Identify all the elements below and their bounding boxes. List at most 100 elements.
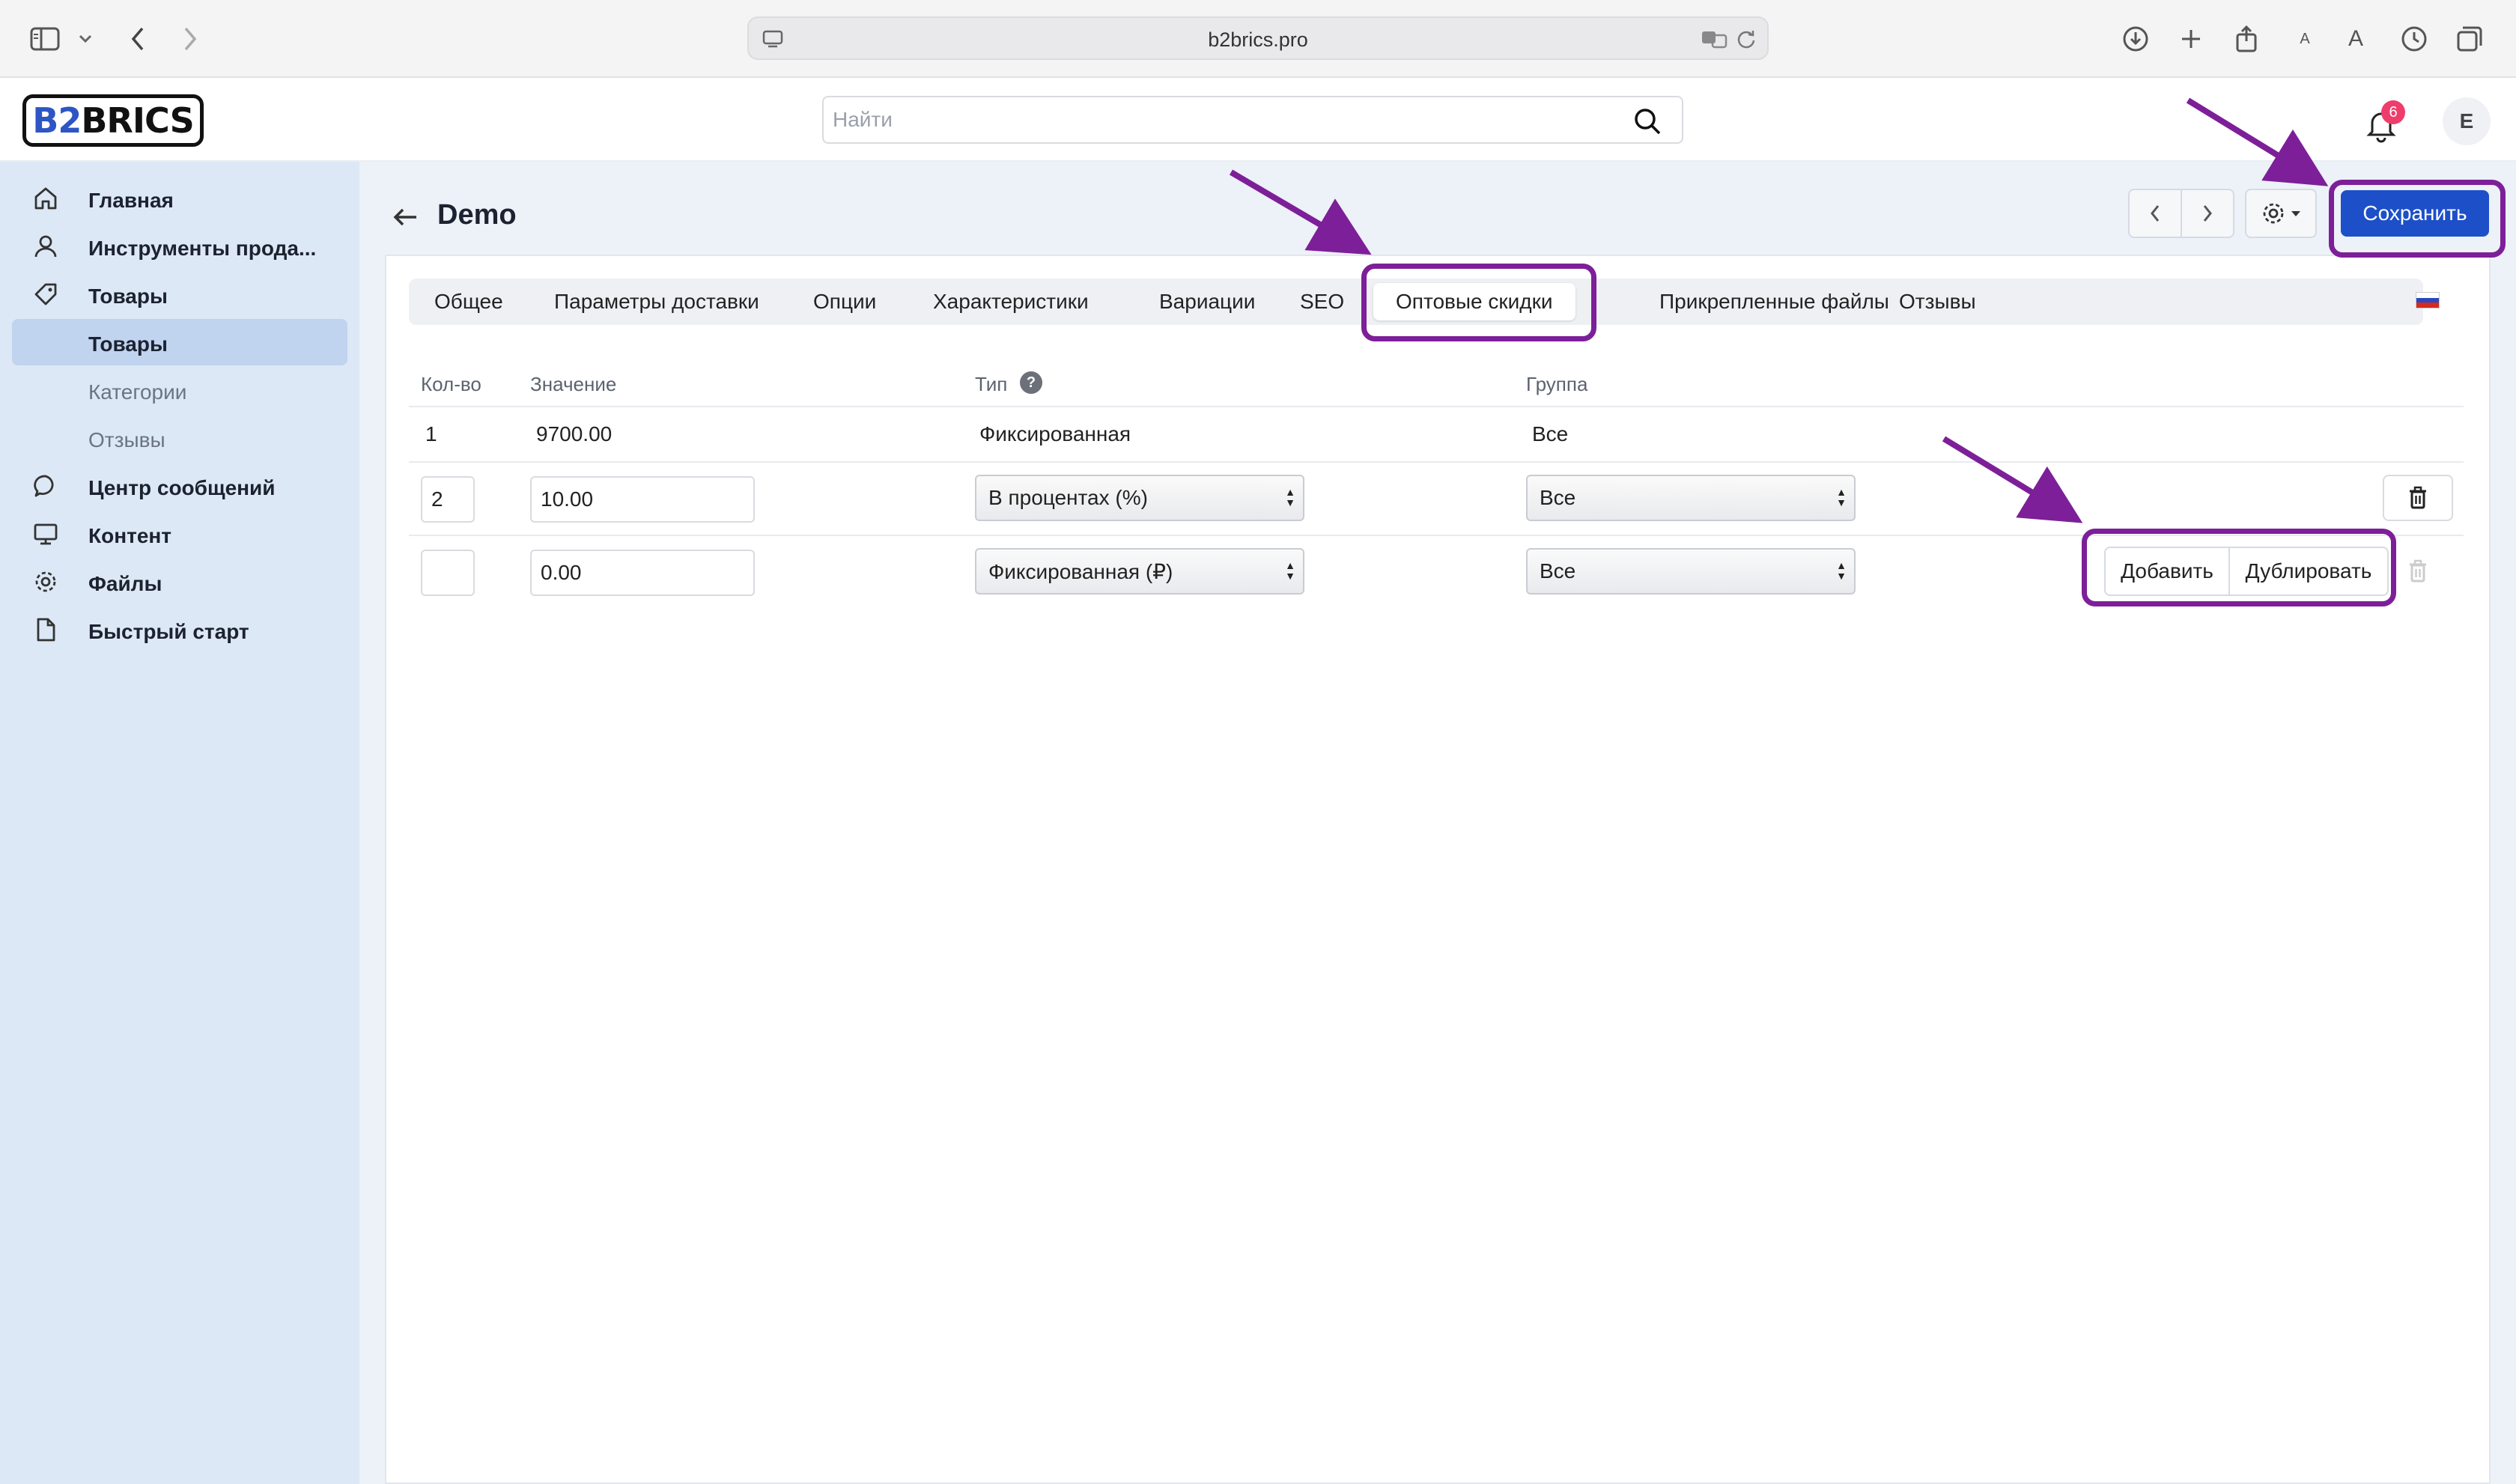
type-select-value: Фиксированная (₽) [988,559,1173,583]
gear-icon [2263,203,2284,224]
language-flag-icon[interactable] [2416,292,2440,308]
product-card: Общее Параметры доставки Опции Характери… [385,255,2491,1484]
reload-icon[interactable] [1730,22,1763,55]
sidebar-item-label: Контент [88,524,172,547]
sidebar-item-home[interactable]: Главная [12,175,347,222]
base-group: Все [1532,422,1569,445]
chevron-down-icon[interactable] [69,22,102,55]
tab-wholesale-discounts[interactable]: Оптовые скидки [1373,283,1575,320]
home-icon [33,186,58,211]
divider [409,461,2464,463]
divider [409,406,2464,407]
header-qty: Кол-во [421,373,481,395]
sidebar-item-content[interactable]: Контент [12,511,347,557]
chevron-right-icon [2203,205,2212,222]
add-duplicate-group: Добавить Дублировать [2104,547,2389,596]
tab-seo[interactable]: SEO [1300,279,1344,325]
sidebar-subitem-categories[interactable]: Категории [12,367,347,413]
translate-icon[interactable] [1698,22,1731,55]
value-input[interactable]: 10.00 [530,476,755,523]
sidebar-item-products[interactable]: Товары [12,271,347,317]
base-value: 9700.00 [536,422,613,445]
tab-options[interactable]: Опции [813,279,876,325]
sidebar-item-label: Инструменты прода... [88,237,317,260]
search-input[interactable] [833,105,1581,135]
logo-brics: BRICS [81,100,194,141]
logo[interactable]: B2 BRICS [22,94,204,147]
qty-input[interactable] [421,550,475,596]
sidebar-item-label: Центр сообщений [88,476,276,499]
group-select-value: Все [1540,559,1576,583]
tag-icon [33,282,58,307]
forward-nav-icon[interactable] [174,22,207,55]
select-arrows-icon: ▲ ▼ [1285,486,1295,508]
prev-next-group [2128,189,2234,238]
caret-down-icon [2291,211,2300,216]
notifications-button[interactable]: 6 [2366,100,2405,143]
base-type: Фиксированная [979,422,1131,445]
sidebar-item-sales-tools[interactable]: Инструменты прода... [12,223,347,270]
delete-row-button[interactable] [2383,475,2453,521]
history-icon[interactable] [2398,22,2431,55]
add-button[interactable]: Добавить [2106,548,2228,594]
address-bar[interactable]: b2brics.pro [747,16,1769,60]
chevron-left-icon [2151,205,2160,222]
type-select[interactable]: В процентах (%) ▲ ▼ [975,475,1304,521]
sidebar-item-quick-start[interactable]: Быстрый старт [12,606,347,653]
select-arrows-icon: ▲ ▼ [1836,486,1847,508]
trash-icon [2410,559,2426,583]
tab-general[interactable]: Общее [434,279,503,325]
next-item-button[interactable] [2181,190,2233,237]
header-value: Значение [530,373,617,395]
settings-dropdown-button[interactable] [2245,189,2317,238]
download-icon[interactable] [2119,22,2152,55]
share-icon[interactable] [2230,22,2263,55]
sidebar-item-message-center[interactable]: Центр сообщений [12,463,347,509]
sidebar-subitem-products[interactable]: Товары [12,319,347,365]
group-select[interactable]: Все ▲ ▼ [1526,475,1856,521]
sidebar-item-label: Товары [88,285,168,308]
save-button[interactable]: Сохранить [2341,190,2489,237]
tab-features[interactable]: Характеристики [933,279,1089,325]
url-text: b2brics.pro [1208,28,1308,51]
tabs-overview-icon[interactable] [2453,22,2486,55]
search-box [822,96,1683,144]
header-type: Тип [975,373,1008,395]
browser-toolbar: b2brics.pro A A [0,0,2516,78]
monitor-icon [33,521,58,547]
base-qty: 1 [425,422,437,445]
help-icon[interactable]: ? [1020,371,1042,394]
group-select[interactable]: Все ▲ ▼ [1526,548,1856,594]
sidebar: Главная Инструменты прода... Товары Това… [0,162,359,1484]
sidebar-subitem-reviews[interactable]: Отзывы [12,415,347,461]
select-arrows-icon: ▲ ▼ [1836,559,1847,582]
sidebar-item-files[interactable]: Файлы [12,559,347,605]
text-smaller-icon[interactable]: A [2288,22,2321,55]
sidebar-toggle-icon[interactable] [28,22,61,55]
header-group: Группа [1526,373,1588,395]
new-tab-icon[interactable] [2175,22,2207,55]
back-nav-icon[interactable] [121,22,154,55]
logo-b2: B2 [32,100,82,141]
notification-badge: 6 [2381,100,2405,124]
prev-item-button[interactable] [2130,190,2181,237]
tab-variations[interactable]: Вариации [1159,279,1255,325]
type-select[interactable]: Фиксированная (₽) ▲ ▼ [975,548,1304,594]
text-larger-icon[interactable]: A [2339,22,2372,55]
tab-shipping[interactable]: Параметры доставки [554,279,759,325]
trash-icon [2410,486,2426,509]
group-select-value: Все [1540,486,1576,509]
delete-row-button-disabled [2383,548,2453,594]
back-arrow-icon[interactable] [389,201,422,234]
tab-reviews[interactable]: Отзывы [1899,279,1976,325]
duplicate-button[interactable]: Дублировать [2228,548,2387,594]
value-input[interactable]: 0.00 [530,550,755,596]
avatar[interactable]: E [2443,97,2491,145]
sidebar-item-label: Товары [88,332,168,356]
tab-attached-files[interactable]: Прикрепленные файлы [1659,279,1889,325]
user-icon [33,234,58,259]
search-icon[interactable] [1632,106,1662,136]
tab-bar: Общее Параметры доставки Опции Характери… [409,279,2423,325]
file-icon [33,617,58,642]
qty-input[interactable]: 2 [421,476,475,523]
